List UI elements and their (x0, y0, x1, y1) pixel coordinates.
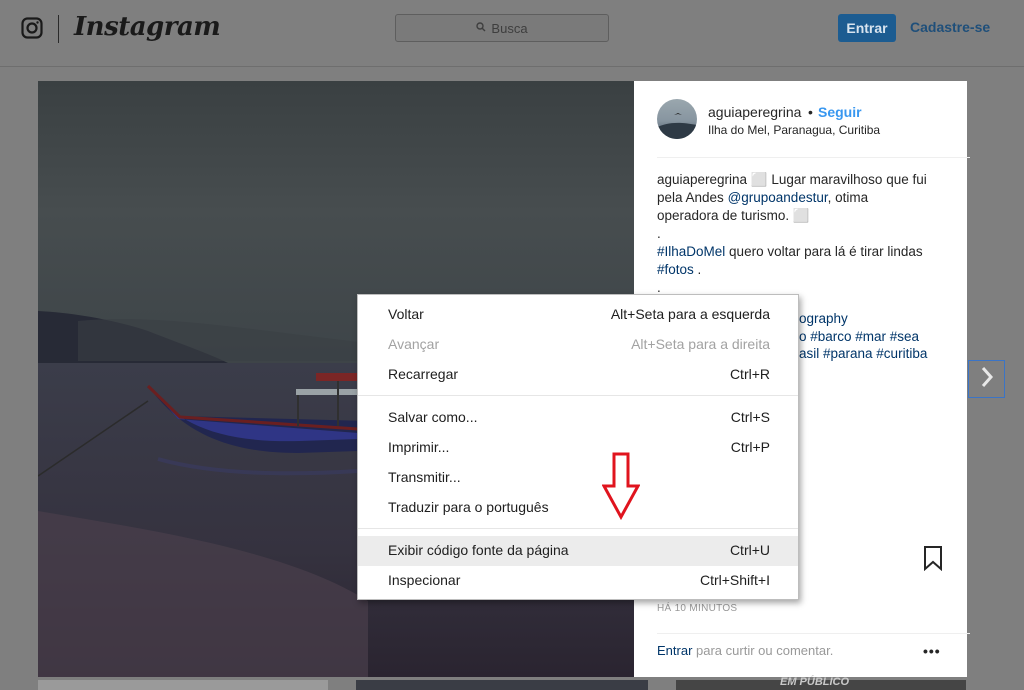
avatar[interactable] (657, 99, 697, 139)
hashtag-link[interactable]: asil #parana #curitiba (799, 346, 927, 361)
hashtag-link[interactable]: #fotos (657, 262, 694, 277)
menu-separator (358, 395, 798, 396)
menu-item-cast[interactable]: Transmitir... (358, 463, 798, 493)
post-location[interactable]: Ilha do Mel, Paranagua, Curitiba (708, 123, 880, 137)
search-input[interactable]: Busca (395, 14, 609, 42)
bookmark-icon[interactable] (922, 545, 944, 576)
thumbnail-caption: EM PÚBLICO (780, 676, 850, 688)
mention-link[interactable]: @grupoandestur (728, 190, 828, 205)
hashtag-link[interactable]: ography (799, 311, 848, 326)
search-placeholder: Busca (491, 20, 528, 36)
menu-item-view-source[interactable]: Exibir código fonte da página Ctrl+U (358, 536, 798, 566)
search-icon (476, 19, 486, 37)
post-time: HÁ 10 MINUTOS (657, 603, 738, 614)
next-post-button[interactable] (968, 360, 1005, 398)
menu-item-inspect[interactable]: Inspecionar Ctrl+Shift+I (358, 566, 798, 596)
panel-divider (657, 633, 970, 634)
menu-item-reload[interactable]: Recarregar Ctrl+R (358, 360, 798, 390)
top-navigation-bar: Instagram Busca Entrar Cadastre-se (0, 0, 1024, 67)
caption-line: pela Andes @grupoandestur, otima (657, 190, 869, 205)
hashtag-link[interactable]: o #barco #mar #sea (799, 329, 919, 344)
caption-line: . (657, 226, 661, 241)
thumbnail[interactable] (356, 680, 648, 690)
down-arrow-annotation-icon (601, 452, 641, 525)
menu-item-print[interactable]: Imprimir... Ctrl+P (358, 433, 798, 463)
signup-link[interactable]: Cadastre-se (910, 19, 990, 35)
comment-prompt: Entrar para curtir ou comentar. (657, 643, 834, 658)
thumbnail[interactable] (38, 680, 328, 690)
follow-button[interactable]: Seguir (818, 104, 862, 120)
chevron-right-icon (980, 366, 994, 393)
instagram-logo[interactable]: Instagram (74, 12, 221, 42)
caption-line: #IlhaDoMel quero voltar para lá é tirar … (657, 244, 923, 259)
post-username[interactable]: aguiaperegrina (708, 104, 801, 120)
more-options-icon[interactable]: ••• (923, 643, 941, 659)
caption-line: #fotos . (657, 262, 702, 277)
caption-line: operadora de turismo. ⬜ (657, 208, 810, 223)
caption-line: aguiaperegrina ⬜ Lugar maravilhoso que f… (657, 172, 927, 187)
menu-item-forward: Avançar Alt+Seta para a direita (388, 336, 770, 352)
hashtag-link[interactable]: #IlhaDoMel (657, 244, 725, 259)
context-menu: Voltar Alt+Seta para a esquerda Avançar … (357, 294, 799, 600)
menu-item-save-as[interactable]: Salvar como... Ctrl+S (358, 403, 798, 433)
separator-dot: • (808, 104, 813, 120)
header-divider (58, 15, 59, 43)
login-to-comment-link[interactable]: Entrar (657, 643, 692, 658)
instagram-camera-icon[interactable] (21, 17, 43, 44)
menu-item-back[interactable]: Voltar Alt+Seta para a esquerda (358, 300, 798, 330)
menu-separator (358, 528, 798, 529)
menu-item-translate[interactable]: Traduzir para o português (358, 493, 798, 523)
post-caption: aguiaperegrina ⬜ Lugar maravilhoso que f… (657, 171, 947, 297)
panel-divider (657, 157, 970, 158)
login-button[interactable]: Entrar (838, 14, 896, 42)
